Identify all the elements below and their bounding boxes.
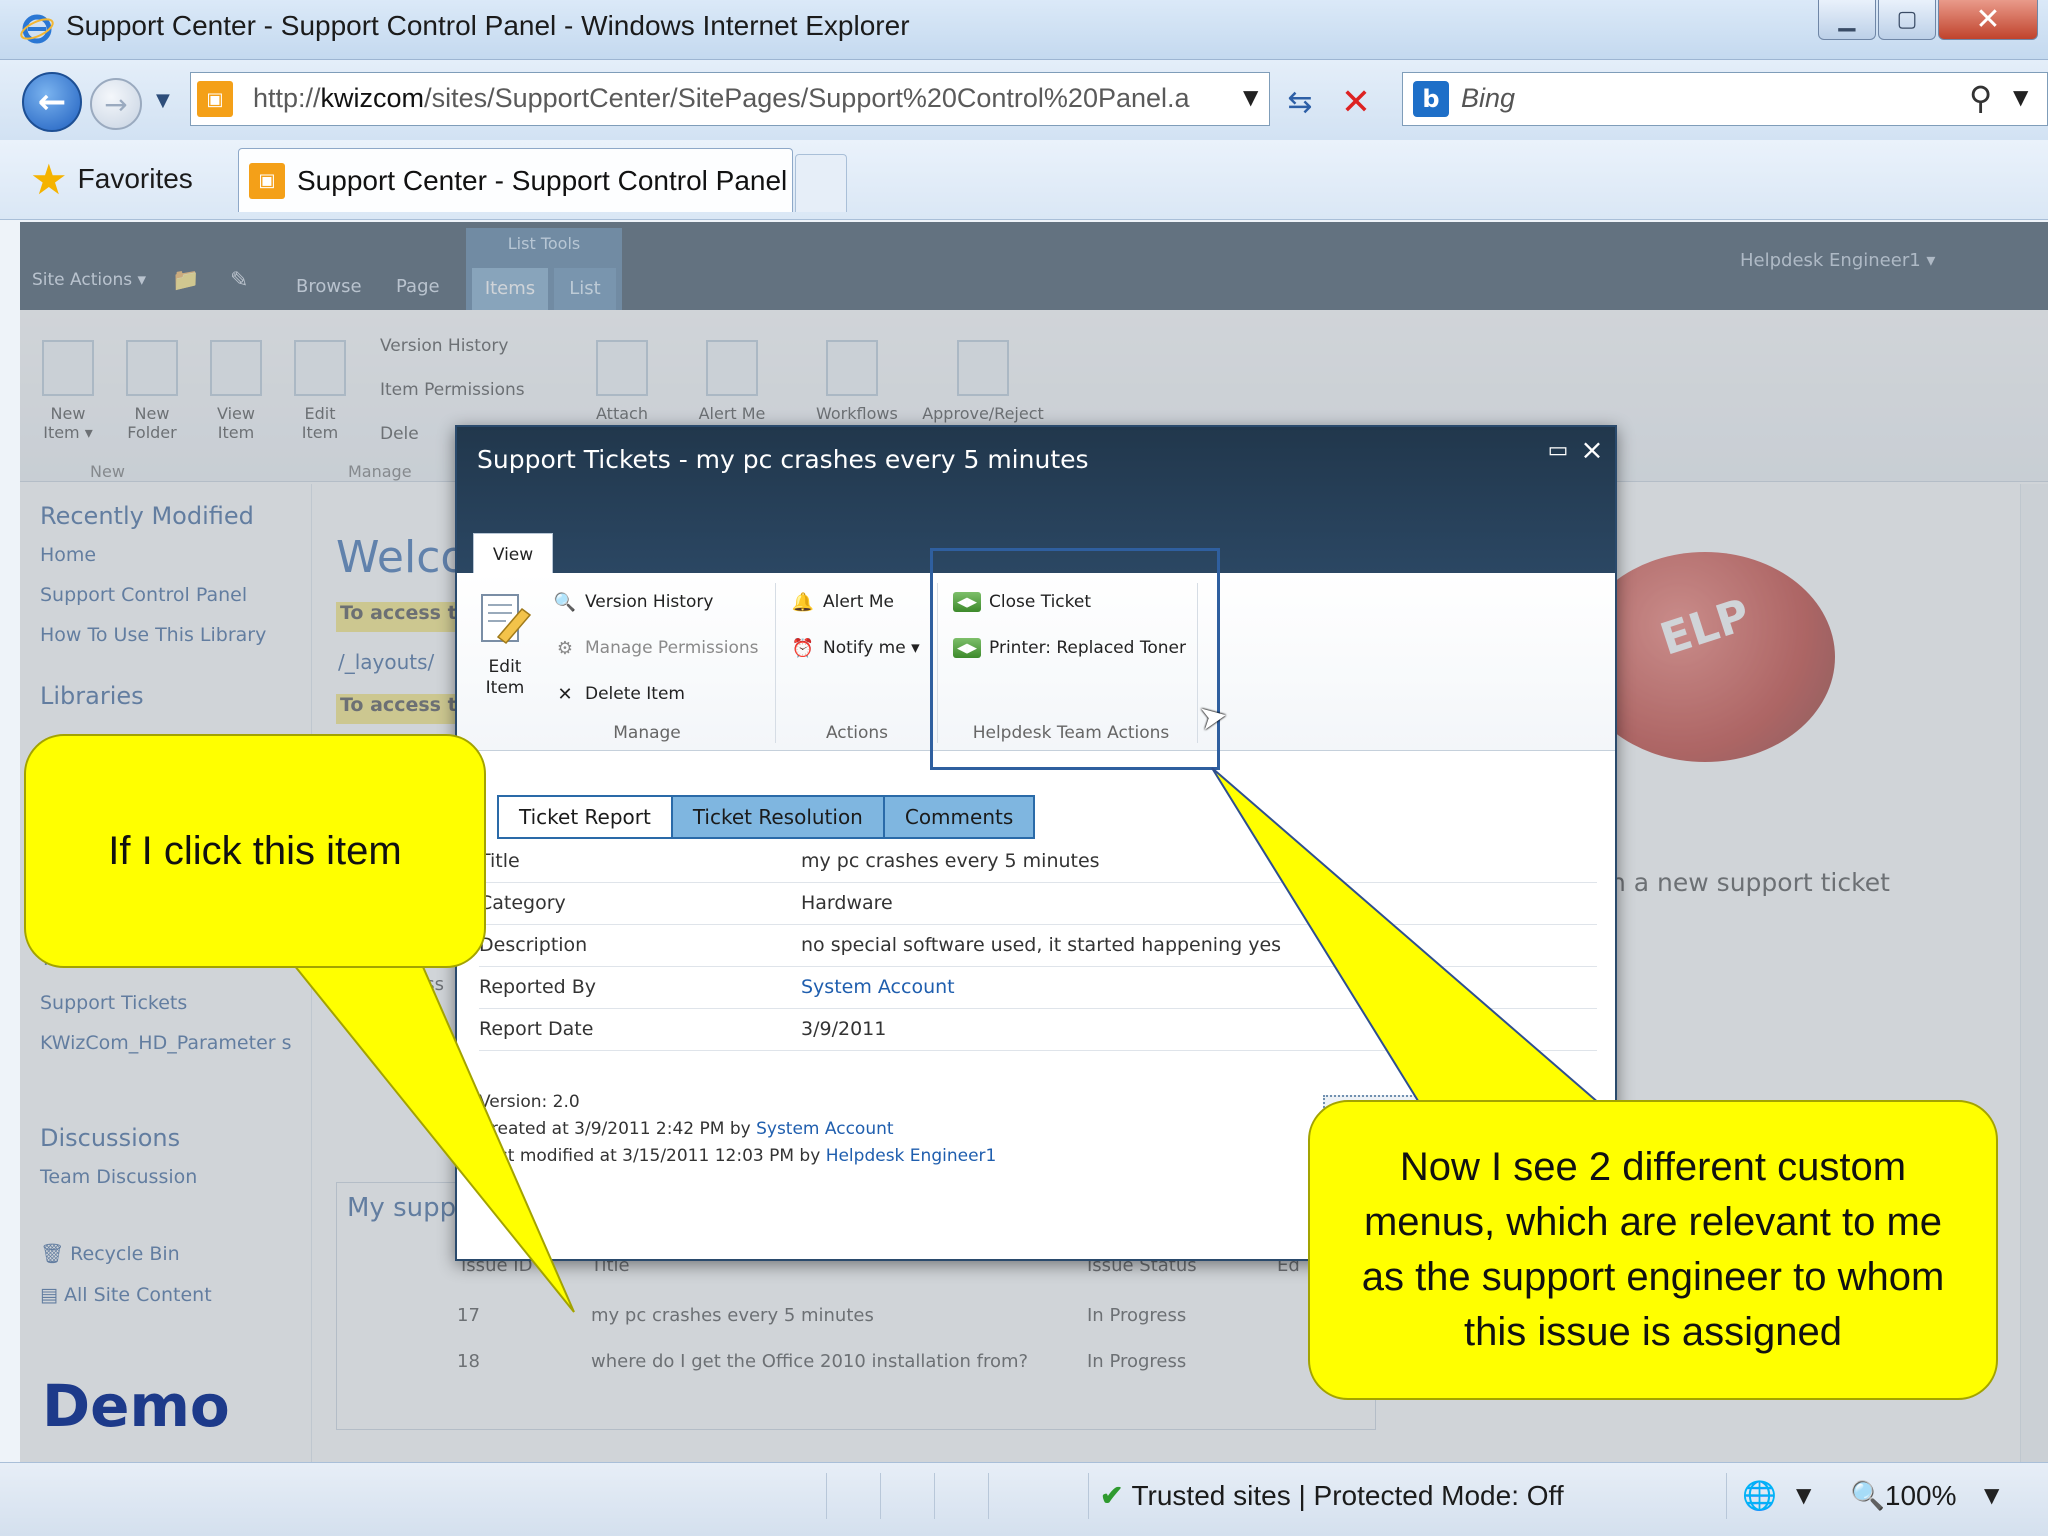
- ie-logo-icon: [20, 12, 54, 46]
- version-text: Version: 2.0: [479, 1092, 580, 1112]
- created-text: Created at 3/9/2011 2:42 PM by System Ac…: [479, 1119, 894, 1139]
- zoom-dropdown-icon[interactable]: ▼: [1984, 1483, 1999, 1507]
- arrow-left-icon: ←: [37, 82, 67, 122]
- stop-x-icon: ✕: [1340, 81, 1372, 123]
- new-tab-button[interactable]: [795, 154, 847, 212]
- status-separator: [1726, 1473, 1727, 1519]
- maximize-button[interactable]: ▢: [1878, 0, 1936, 40]
- tab-ticket-resolution[interactable]: Ticket Resolution: [672, 797, 885, 837]
- checkmark-icon: ✔: [1100, 1480, 1124, 1511]
- tab-comments[interactable]: Comments: [884, 797, 1034, 837]
- ribbon-group-manage: Manage: [613, 723, 681, 743]
- edit-item-button[interactable]: Edit Item: [471, 591, 539, 699]
- arrow-right-icon: →: [104, 87, 128, 121]
- site-favicon-icon: ▣: [197, 81, 233, 117]
- search-input[interactable]: b Bing ⚲ ▼: [1402, 72, 2048, 126]
- item-metadata: Version: 2.0 Created at 3/9/2011 2:42 PM…: [479, 1089, 996, 1170]
- protected-mode-dropdown-icon[interactable]: ▼: [1796, 1483, 1811, 1507]
- bell-icon: 🔔: [791, 591, 815, 613]
- minimize-button[interactable]: ▁: [1818, 0, 1876, 40]
- security-zone[interactable]: ✔ Trusted sites | Protected Mode: Off: [1100, 1479, 1564, 1512]
- search-placeholder: Bing: [1461, 83, 1516, 113]
- favorites-label: Favorites: [77, 163, 193, 194]
- field-value: 3/9/2011: [801, 1018, 887, 1040]
- field-value: no special software used, it started hap…: [801, 934, 1282, 956]
- recent-pages-dropdown-icon[interactable]: ▼: [156, 90, 170, 111]
- callout-left: If I click this item: [24, 734, 486, 968]
- zoom-level[interactable]: 🔍100%: [1850, 1479, 1957, 1512]
- tab-ticket-report[interactable]: Ticket Report: [499, 797, 673, 837]
- browser-tab-active[interactable]: ▣ Support Center - Support Control Panel: [238, 148, 793, 212]
- ribbon-group-actions: Actions: [825, 723, 889, 743]
- delete-x-icon: ✕: [557, 683, 573, 705]
- demo-label: Demo: [42, 1372, 230, 1440]
- status-separator: [934, 1473, 935, 1519]
- status-separator: [1088, 1473, 1089, 1519]
- refresh-button[interactable]: ⇆: [1278, 80, 1322, 124]
- form-row: Title my pc crashes every 5 minutes: [479, 841, 1597, 883]
- forward-button[interactable]: →: [90, 78, 142, 130]
- mouse-cursor-icon: ➤: [1195, 694, 1231, 740]
- created-by-link[interactable]: System Account: [756, 1119, 893, 1139]
- modified-text: Last modified at 3/15/2011 12:03 PM by H…: [479, 1146, 997, 1166]
- window-title: Support Center - Support Control Panel -…: [66, 10, 910, 41]
- favorites-button[interactable]: ★ Favorites: [30, 154, 193, 204]
- favorites-bar: ★ Favorites ▣ Support Center - Support C…: [0, 140, 2048, 220]
- form-row: Report Date 3/9/2011: [479, 1009, 1597, 1051]
- modified-by-link[interactable]: Helpdesk Engineer1: [826, 1146, 997, 1166]
- search-dropdown-icon[interactable]: ▼: [2013, 85, 2028, 109]
- address-toolbar: ← → ▼ ▣ http://kwizcom/sites/SupportCent…: [0, 60, 2048, 140]
- permissions-icon: ⚙: [556, 637, 574, 659]
- edit-pencil-icon: [478, 591, 532, 651]
- globe-icon[interactable]: 🌐: [1742, 1479, 1777, 1512]
- tab-view[interactable]: View: [473, 533, 553, 575]
- highlight-box: [930, 548, 1220, 770]
- field-label: Reported By: [479, 976, 597, 998]
- field-label: Report Date: [479, 1018, 594, 1040]
- site-favicon-icon: ▣: [249, 162, 285, 199]
- address-input[interactable]: ▣ http://kwizcom/sites/SupportCenter/Sit…: [190, 72, 1270, 126]
- form-row: Reported By System Account: [479, 967, 1597, 1009]
- maximize-dialog-icon[interactable]: ▭: [1545, 439, 1571, 465]
- callout-right: Now I see 2 different custom menus, whic…: [1308, 1100, 1998, 1400]
- window-titlebar: Support Center - Support Control Panel -…: [0, 0, 2048, 60]
- status-separator: [988, 1473, 989, 1519]
- refresh-icon: ⇆: [1287, 84, 1313, 120]
- back-button[interactable]: ←: [22, 72, 82, 132]
- form-tabs: Ticket Report Ticket Resolution Comments: [497, 795, 1036, 839]
- tab-label: Support Center - Support Control Panel: [297, 164, 788, 196]
- form-row: Description no special software used, it…: [479, 925, 1597, 967]
- bing-logo-icon: b: [1413, 81, 1449, 117]
- field-value: Hardware: [801, 892, 893, 914]
- ribbon-separator: [775, 583, 776, 743]
- alarm-clock-icon: ⏰: [791, 637, 815, 659]
- manage-permissions-button[interactable]: ⚙ Manage Permissions: [553, 633, 759, 663]
- stop-button[interactable]: ✕: [1334, 78, 1378, 126]
- alert-me-button[interactable]: 🔔 Alert Me: [791, 587, 894, 617]
- form-row: Category Hardware: [479, 883, 1597, 925]
- version-history-button[interactable]: 🔍 Version History: [553, 587, 714, 617]
- status-separator: [826, 1473, 827, 1519]
- status-bar: ✔ Trusted sites | Protected Mode: Off 🌐 ▼…: [0, 1462, 2048, 1536]
- notify-me-dropdown[interactable]: ⏰ Notify me ▾: [791, 633, 920, 663]
- address-dropdown-icon[interactable]: ▼: [1243, 85, 1258, 109]
- ticket-form: Title my pc crashes every 5 minutes Cate…: [479, 841, 1597, 1051]
- address-url[interactable]: http://kwizcom/sites/SupportCenter/SiteP…: [253, 83, 1253, 114]
- close-window-button[interactable]: ✕: [1938, 0, 2038, 40]
- search-magnifier-icon[interactable]: ⚲: [1969, 79, 1992, 117]
- field-label: Category: [479, 892, 566, 914]
- dialog-title: Support Tickets - my pc crashes every 5 …: [477, 445, 1089, 474]
- version-history-icon: 🔍: [553, 591, 577, 613]
- field-value: my pc crashes every 5 minutes: [801, 850, 1100, 872]
- zoom-magnifier-icon: 🔍: [1850, 1480, 1885, 1511]
- field-label: Description: [479, 934, 588, 956]
- reported-by-link[interactable]: System Account: [801, 976, 1591, 998]
- close-dialog-icon[interactable]: ×: [1579, 436, 1605, 465]
- star-icon: ★: [30, 155, 68, 203]
- delete-item-button[interactable]: ✕ Delete Item: [553, 679, 685, 709]
- status-separator: [880, 1473, 881, 1519]
